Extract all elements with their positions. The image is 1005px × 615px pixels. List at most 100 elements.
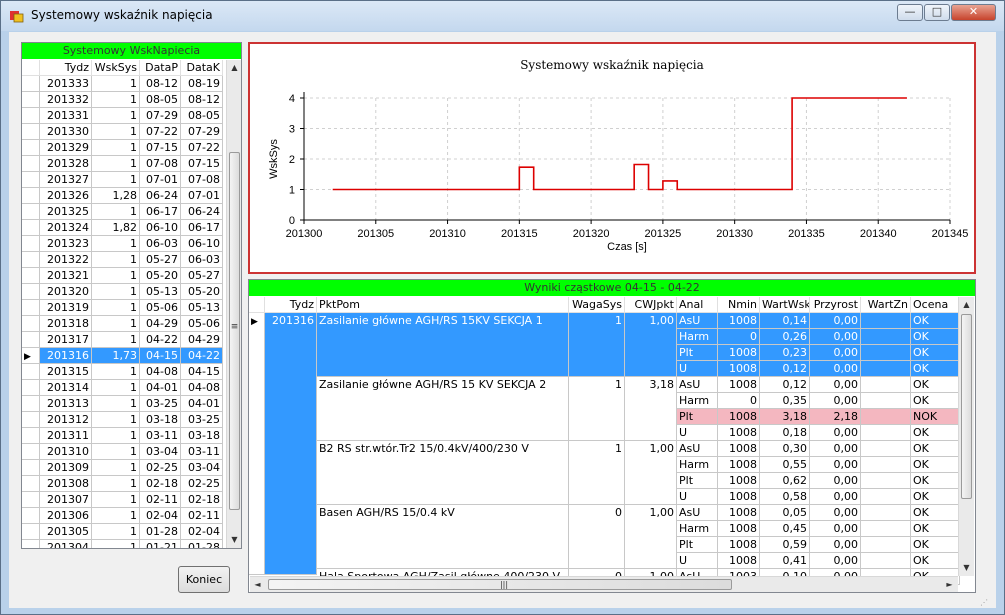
- wagasys-cell[interactable]: 1: [569, 377, 625, 441]
- table-row[interactable]: 201304 1 01-21 01-28: [22, 540, 228, 548]
- cell-ocena: OK: [911, 553, 960, 569]
- scroll-right-icon[interactable]: ►: [942, 577, 957, 592]
- pktpom-cell[interactable]: B2 RS str.wtór.Tr2 15/0.4kV/400/230 V: [317, 441, 569, 505]
- x-tick-label: 201340: [860, 228, 897, 240]
- table-row[interactable]: 201317 1 04-22 04-29: [22, 332, 228, 348]
- table-row[interactable]: 201327 1 07-01 07-08: [22, 172, 228, 188]
- cell-przyrost: 0,00: [810, 505, 861, 521]
- scroll-left-icon[interactable]: ◄: [250, 577, 265, 592]
- partial-results-grid[interactable]: Wyniki cząstkowe 04-15 - 04-22 Tydz PktPo…: [248, 279, 976, 593]
- table-row[interactable]: ▶ 201316 1,73 04-15 04-22: [22, 348, 228, 364]
- table-row[interactable]: 201319 1 05-06 05-13: [22, 300, 228, 316]
- table-row[interactable]: 201321 1 05-20 05-27: [22, 268, 228, 284]
- wagasys-cell[interactable]: 1: [569, 313, 625, 377]
- size-grip-icon[interactable]: ⋰: [980, 598, 992, 608]
- cell-wsksys: 1: [92, 236, 140, 252]
- table-row[interactable]: 201326 1,28 06-24 07-01: [22, 188, 228, 204]
- table-row[interactable]: 201328 1 07-08 07-15: [22, 156, 228, 172]
- table-row[interactable]: 201323 1 06-03 06-10: [22, 236, 228, 252]
- cell-datak: 07-15: [181, 156, 223, 172]
- table-row[interactable]: 201305 1 01-28 02-04: [22, 524, 228, 540]
- cell-datap: 05-13: [140, 284, 181, 300]
- cell-przyrost: 2,18: [810, 409, 861, 425]
- pktpom-cell[interactable]: Zasilanie główne AGH/RS 15 KV SEKCJA 2: [317, 377, 569, 441]
- cell-tydz: 201305: [40, 524, 92, 540]
- x-tick-label: 201305: [357, 228, 394, 240]
- table-row[interactable]: 201324 1,82 06-10 06-17: [22, 220, 228, 236]
- weekly-index-grid[interactable]: Systemowy WskNapiecia Tydz WskSys DataP Dat…: [21, 42, 242, 549]
- cwjpkt-cell[interactable]: 1,00: [625, 505, 677, 569]
- table-row[interactable]: 201320 1 05-13 05-20: [22, 284, 228, 300]
- results-scroll-thumb[interactable]: [961, 314, 972, 499]
- y-tick-label: 3: [289, 124, 295, 136]
- results-vertical-scrollbar[interactable]: ▲ ▼: [958, 297, 974, 576]
- cwjpkt-cell[interactable]: 3,18: [625, 377, 677, 441]
- vertical-scrollbar[interactable]: ▲ ≡ ▼: [226, 60, 241, 548]
- table-row[interactable]: 201310 1 03-04 03-11: [22, 444, 228, 460]
- pktpom-cell[interactable]: Zasilanie główne AGH/RS 15KV SEKCJA 1: [317, 313, 569, 377]
- table-row[interactable]: 201318 1 04-29 05-06: [22, 316, 228, 332]
- table-row[interactable]: 201333 1 08-12 08-19: [22, 76, 228, 92]
- cell-wartwsk: 0,12: [760, 361, 810, 377]
- row-header: ▶: [22, 348, 40, 364]
- cell-wartwsk: 0,59: [760, 537, 810, 553]
- header-row: Tydz WskSys DataP DataK: [22, 60, 228, 76]
- cell-datap: 04-22: [140, 332, 181, 348]
- row-header: [22, 332, 40, 348]
- cell-datap: 01-21: [140, 540, 181, 548]
- scroll-up-icon[interactable]: ▲: [227, 60, 241, 75]
- x-tick-label: 201315: [501, 228, 538, 240]
- pktpom-cell[interactable]: Basen AGH/RS 15/0.4 kV: [317, 505, 569, 569]
- table-row[interactable]: 201331 1 07-29 08-05: [22, 108, 228, 124]
- table-row[interactable]: 201314 1 04-01 04-08: [22, 380, 228, 396]
- cell-datak: 05-20: [181, 284, 223, 300]
- cell-wsksys: 1: [92, 204, 140, 220]
- column-header-przyrost: Przyrost: [810, 297, 861, 313]
- table-row[interactable]: 201308 1 02-18 02-25: [22, 476, 228, 492]
- table-row[interactable]: 201329 1 07-15 07-22: [22, 140, 228, 156]
- table-row[interactable]: 201313 1 03-25 04-01: [22, 396, 228, 412]
- scroll-down-icon[interactable]: ▼: [227, 532, 241, 547]
- results-scroll-up-icon[interactable]: ▲: [959, 297, 974, 312]
- table-row[interactable]: 201311 1 03-11 03-18: [22, 428, 228, 444]
- wagasys-cell[interactable]: 0: [569, 505, 625, 569]
- table-row[interactable]: 201307 1 02-11 02-18: [22, 492, 228, 508]
- cell-nmin: 1008: [718, 457, 760, 473]
- table-row[interactable]: 201330 1 07-22 07-29: [22, 124, 228, 140]
- table-row[interactable]: 201325 1 06-17 06-24: [22, 204, 228, 220]
- cell-tydz: 201318: [40, 316, 92, 332]
- wagasys-cell[interactable]: 1: [569, 441, 625, 505]
- cell-anal: AsU: [677, 441, 718, 457]
- cell-anal: Plt: [677, 473, 718, 489]
- close-app-button[interactable]: Koniec: [178, 566, 230, 593]
- tydz-cell[interactable]: 201316: [265, 313, 317, 575]
- cell-datap: 05-20: [140, 268, 181, 284]
- title-bar[interactable]: Systemowy wskaźnik napięcia — □ ✕: [1, 1, 1004, 31]
- column-header-tydz: Tydz: [265, 297, 317, 313]
- cell-wartwsk: 0,45: [760, 521, 810, 537]
- table-row[interactable]: 201309 1 02-25 03-04: [22, 460, 228, 476]
- results-scroll-down-icon[interactable]: ▼: [959, 560, 974, 575]
- maximize-button[interactable]: □: [924, 4, 950, 21]
- cell-przyrost: 0,00: [810, 361, 861, 377]
- cwjpkt-cell[interactable]: 1,00: [625, 441, 677, 505]
- cell-wsksys: 1,28: [92, 188, 140, 204]
- table-row[interactable]: 201332 1 08-05 08-12: [22, 92, 228, 108]
- horizontal-scrollbar[interactable]: ◄ ||| ►: [250, 576, 958, 592]
- cell-tydz: 201306: [40, 508, 92, 524]
- column-header-nmin: Nmin: [718, 297, 760, 313]
- close-button[interactable]: ✕: [951, 4, 996, 21]
- cell-datak: 06-10: [181, 236, 223, 252]
- cell-anal: AsU: [677, 377, 718, 393]
- cwjpkt-cell[interactable]: 1,00: [625, 313, 677, 377]
- table-row[interactable]: 201322 1 05-27 06-03: [22, 252, 228, 268]
- table-row[interactable]: 201312 1 03-18 03-25: [22, 412, 228, 428]
- table-row[interactable]: 201306 1 02-04 02-11: [22, 508, 228, 524]
- cell-wartwsk: 0,18: [760, 425, 810, 441]
- minimize-button[interactable]: —: [897, 4, 923, 21]
- table-row[interactable]: 201315 1 04-08 04-15: [22, 364, 228, 380]
- voltage-index-chart: 201300 201305 201310 201315 201320 201325 2013…: [268, 92, 968, 253]
- cell-tydz: 201304: [40, 540, 92, 548]
- cell-datap: 06-03: [140, 236, 181, 252]
- cell-nmin: 1008: [718, 537, 760, 553]
